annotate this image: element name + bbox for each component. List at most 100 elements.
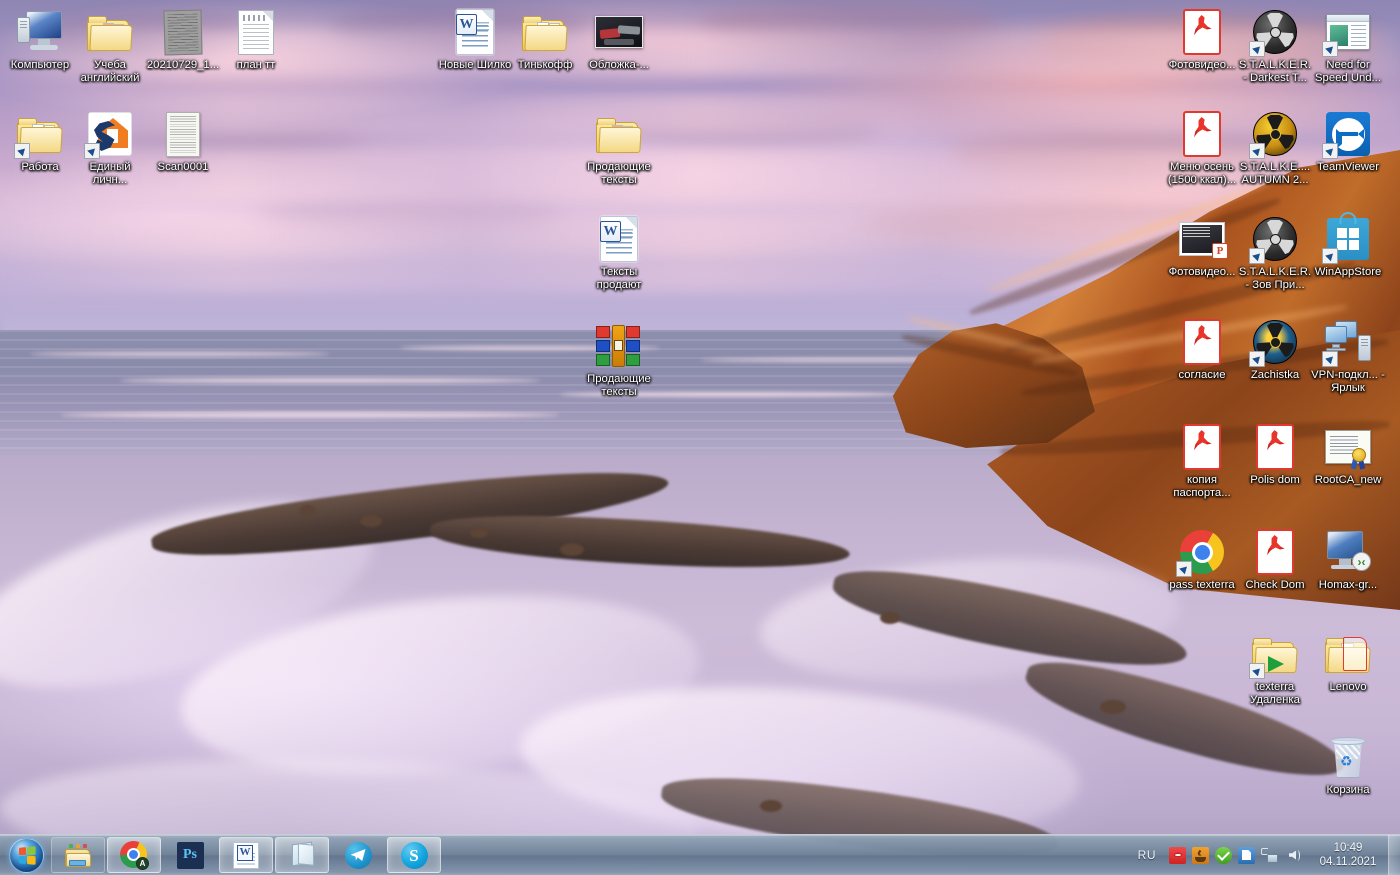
desktop-icon-kopiyapasport[interactable]: копия паспорта... [1164,423,1240,499]
desktop-icon-label: Обложка-... [589,59,649,71]
folder-icon [521,8,569,56]
notes-app-icon [289,841,316,867]
desktop-icon-label: Фотовидео... [1168,266,1236,278]
taskbar-button-skype[interactable]: S [387,837,441,873]
taskbar-button-chrome[interactable]: A [107,837,161,873]
network-shortcut-icon [1322,318,1372,367]
chrome-icon: A [120,841,149,870]
desktop-icon-zachistka[interactable]: Zachistka [1237,318,1313,382]
desktop-icon-passtexterra[interactable]: pass texterra [1164,528,1240,592]
shortcut-overlay-icon [1322,248,1338,264]
taskbar-buttons: A Ps W S [50,837,442,873]
desktop-icon-stalkerdarkest[interactable]: S.T.A.L.K.E.R. - Darkest T... [1237,8,1313,84]
desktop-icon-label: Новые Шилко [438,59,512,71]
recycle-bin-icon: ♻ [1324,733,1372,781]
desktop-icon-grid: Компьютер Учеба английский 20210729_1... пл… [0,0,1400,875]
desktop-icon-korzina[interactable]: ♻ Корзина [1310,733,1386,797]
taskbar-button-word[interactable]: W [219,837,273,873]
shortcut-overlay-icon [84,143,100,159]
tray-icon-group [1166,846,1304,864]
desktop-icon-ucheba[interactable]: Учеба английский [72,8,148,84]
desktop-icon-scan20210729[interactable]: 20210729_1... [145,8,221,72]
desktop-icon-label: согласие [1178,369,1226,381]
desktop-icon-label: Polis dom [1250,474,1300,486]
taskbar-button-explorer[interactable] [51,837,105,873]
desktop-icon-fotovideo1[interactable]: Фотовидео... [1164,8,1240,72]
checkmark-tray-icon[interactable] [1215,846,1232,864]
store-icon [1322,212,1372,264]
adobe-photoshop-icon: Ps [176,841,204,869]
taskbar-button-notes[interactable] [275,837,329,873]
desktop-icon-label: Тинькофф [517,59,573,71]
desktop-icon-rootca[interactable]: RootCA_new [1310,423,1386,487]
desktop-icon-label: 20210729_1... [146,59,220,71]
desktop-icon-plantt[interactable]: план тт [218,8,294,72]
teamviewer-icon [1322,110,1372,159]
desktop-icon-label: Need for Speed Und... [1315,59,1381,84]
windows-flag-icon [18,845,36,865]
clock-date: 04.11.2021 [1319,856,1377,868]
desktop-icon-label: S.T.A.L.K.E.R. - Зов При... [1238,266,1312,291]
taskbar: A Ps W S RU 10:49 04.11.2021 [0,834,1400,875]
desktop-icon-texterra[interactable]: texterra Удаленка [1237,630,1313,706]
skype-icon: S [400,841,428,869]
java-tray-icon[interactable] [1192,846,1209,864]
desktop-icon-checkdom[interactable]: Check Dom [1237,528,1313,592]
shortcut-overlay-icon [1322,41,1338,57]
scanned-document-icon [159,8,207,56]
desktop-icon-label: S.T.A.L.K.E.R. - Darkest T... [1238,59,1312,84]
desktop-icon-label: Homax-gr... [1318,579,1378,591]
clock[interactable]: 10:49 04.11.2021 [1310,835,1386,875]
desktop-icon-label: S.T.A.L.K.E.... AUTUMN 2... [1239,161,1311,186]
desktop-icon-label: Меню осень (1500 ккал)... [1167,161,1237,186]
desktop-icon-novyeshilko[interactable]: W Новые Шилко [437,8,513,72]
desktop-icon-label: VPN-подкл... - Ярлык [1311,369,1385,394]
desktop-icon-label: Тексты продают [596,266,642,291]
antivirus-tray-icon[interactable] [1169,846,1186,864]
language-indicator[interactable]: RU [1138,848,1156,862]
desktop-icon-tinkoff[interactable]: Тинькофф [507,8,583,72]
desktop-icon-edinyy[interactable]: Единый личн... [72,110,148,186]
desktop-icon-scan0001[interactable]: Scan0001 [145,110,221,174]
taskbar-button-photoshop[interactable]: Ps [163,837,217,873]
desktop-icon-soglasie[interactable]: согласие [1164,318,1240,382]
desktop-icon-fotovideo2[interactable]: P Фотовидео... [1164,215,1240,279]
desktop-icon-vpn[interactable]: VPN-подкл... - Ярлык [1310,318,1386,394]
radiation-icon [1249,110,1299,159]
radiation-icon [1249,318,1299,367]
desktop-icon-prodayushchie[interactable]: Продающие тексты [581,110,657,186]
show-desktop-button[interactable] [1388,834,1400,875]
system-tray: RU 10:49 04.11.2021 [1138,834,1400,875]
desktop-icon-stalkerzov[interactable]: S.T.A.L.K.E.R. - Зов При... [1237,215,1313,291]
desktop-icon-teamviewer[interactable]: TeamViewer [1310,110,1386,174]
desktop-icon-oblozhka[interactable]: Обложка-... [581,8,657,72]
desktop-icon-tekstyprodayut[interactable]: W Тексты продают [581,215,657,291]
desktop-icon-nfs[interactable]: Need for Speed Und... [1310,8,1386,84]
desktop-icon-label: Продающие тексты [587,373,651,398]
driver-tray-icon[interactable] [1238,846,1255,864]
taskbar-button-telegram[interactable] [331,837,385,873]
desktop-icon-label: Работа [21,161,59,173]
folder-icon [595,110,643,158]
desktop-icon-stalkerautumn[interactable]: S.T.A.L.K.E.... AUTUMN 2... [1237,110,1313,186]
desktop-icon-label: Корзина [1326,784,1370,796]
desktop-icon-label: план тт [236,59,276,71]
desktop-icon-polisdom[interactable]: Polis dom [1237,423,1313,487]
microsoft-word-icon: W [233,841,259,869]
volume-tray-icon[interactable] [1284,847,1301,864]
desktop-icon-prodayushchie2[interactable]: Продающие тексты [581,322,657,398]
shortcut-overlay-icon [1249,663,1265,679]
desktop-icon-rabota[interactable]: Работа [2,110,78,174]
desktop-icon-winappstore[interactable]: WinAppStore [1310,212,1386,279]
desktop-icon-label: Компьютер [10,59,70,71]
desktop-icon-computer[interactable]: Компьютер [2,8,78,72]
desktop-icon-menuosen[interactable]: Меню осень (1500 ккал)... [1164,110,1240,186]
image-file-icon [595,8,643,56]
desktop-icon-label: Check Dom [1245,579,1305,591]
network-tray-icon[interactable] [1261,847,1278,864]
desktop-icon-label: RootCA_new [1314,474,1382,486]
pdf-file-icon [1251,528,1299,576]
desktop-icon-lenovo[interactable]: Lenovo [1310,630,1386,694]
start-button[interactable] [2,836,50,874]
desktop-icon-homax[interactable]: ›‹ Homax-gr... [1310,528,1386,592]
